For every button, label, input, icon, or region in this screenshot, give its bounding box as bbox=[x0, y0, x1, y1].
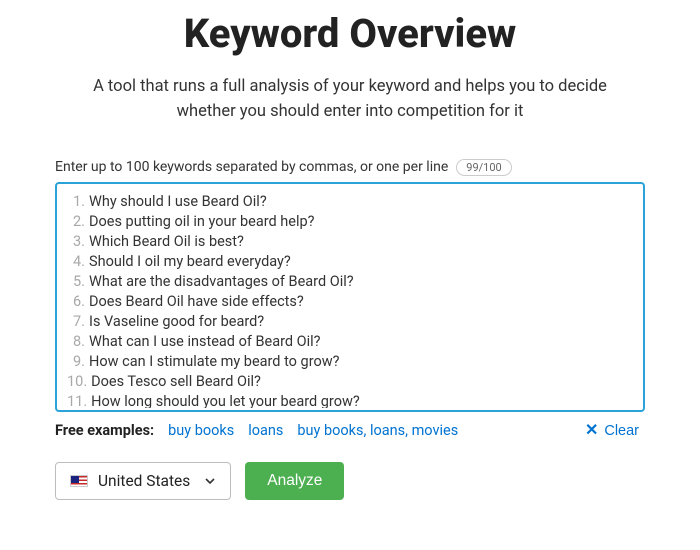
examples-label: Free examples: bbox=[55, 422, 154, 439]
keyword-line-number bbox=[67, 392, 87, 408]
keyword-counter-badge: 99/100 bbox=[456, 159, 511, 176]
country-select[interactable]: United States bbox=[55, 462, 231, 500]
keyword-text: Does putting oil in your beard help? bbox=[89, 212, 315, 232]
keyword-text: What can I use instead of Beard Oil? bbox=[89, 332, 321, 352]
keyword-line[interactable]: Is Vaseline good for beard? bbox=[67, 312, 631, 332]
example-link[interactable]: buy books bbox=[168, 422, 234, 439]
input-hint: Enter up to 100 keywords separated by co… bbox=[55, 159, 448, 175]
country-selected-label: United States bbox=[98, 472, 190, 490]
keyword-line-number bbox=[67, 312, 85, 332]
keyword-line[interactable]: Does Beard Oil have side effects? bbox=[67, 292, 631, 312]
keyword-line-number bbox=[67, 232, 85, 252]
keyword-line[interactable]: Why should I use Beard Oil? bbox=[67, 192, 631, 212]
keyword-line[interactable]: Does putting oil in your beard help? bbox=[67, 212, 631, 232]
keyword-text: Does Tesco sell Beard Oil? bbox=[91, 372, 261, 392]
example-link[interactable]: loans bbox=[248, 422, 283, 439]
keyword-text: How long should you let your beard grow? bbox=[91, 392, 360, 408]
keyword-line-number bbox=[67, 212, 85, 232]
keywords-scroll[interactable]: Why should I use Beard Oil?Does putting … bbox=[57, 188, 643, 408]
keyword-text: Does Beard Oil have side effects? bbox=[89, 292, 304, 312]
keyword-line-number bbox=[67, 352, 85, 372]
page-title: Keyword Overview bbox=[55, 10, 645, 57]
keyword-line-number bbox=[67, 372, 87, 392]
keyword-line[interactable]: Should I oil my beard everyday? bbox=[67, 252, 631, 272]
keyword-text: What are the disadvantages of Beard Oil? bbox=[89, 272, 354, 292]
keyword-line[interactable]: How long should you let your beard grow? bbox=[67, 392, 631, 408]
keyword-line-number bbox=[67, 252, 85, 272]
keywords-textarea[interactable]: Why should I use Beard Oil?Does putting … bbox=[55, 182, 645, 412]
keyword-line[interactable]: Which Beard Oil is best? bbox=[67, 232, 631, 252]
close-icon: ✕ bbox=[585, 423, 598, 439]
keyword-line-number bbox=[67, 292, 85, 312]
keyword-text: Why should I use Beard Oil? bbox=[89, 192, 267, 212]
keyword-line[interactable]: What are the disadvantages of Beard Oil? bbox=[67, 272, 631, 292]
keyword-line[interactable]: What can I use instead of Beard Oil? bbox=[67, 332, 631, 352]
page-subtitle: A tool that runs a full analysis of your… bbox=[70, 75, 630, 125]
us-flag-icon bbox=[70, 475, 88, 487]
keyword-text: Should I oil my beard everyday? bbox=[89, 252, 291, 272]
keyword-line[interactable]: How can I stimulate my beard to grow? bbox=[67, 352, 631, 372]
keyword-text: Which Beard Oil is best? bbox=[89, 232, 244, 252]
keyword-line[interactable]: Does Tesco sell Beard Oil? bbox=[67, 372, 631, 392]
clear-button[interactable]: ✕ Clear bbox=[579, 422, 645, 440]
keyword-line-number bbox=[67, 192, 85, 212]
keyword-text: Is Vaseline good for beard? bbox=[89, 312, 264, 332]
chevron-down-icon bbox=[204, 475, 216, 487]
analyze-button[interactable]: Analyze bbox=[245, 462, 344, 500]
keyword-text: How can I stimulate my beard to grow? bbox=[89, 352, 339, 372]
clear-label: Clear bbox=[604, 423, 639, 439]
keyword-line-number bbox=[67, 272, 85, 292]
example-link[interactable]: buy books, loans, movies bbox=[297, 422, 458, 439]
keyword-line-number bbox=[67, 332, 85, 352]
